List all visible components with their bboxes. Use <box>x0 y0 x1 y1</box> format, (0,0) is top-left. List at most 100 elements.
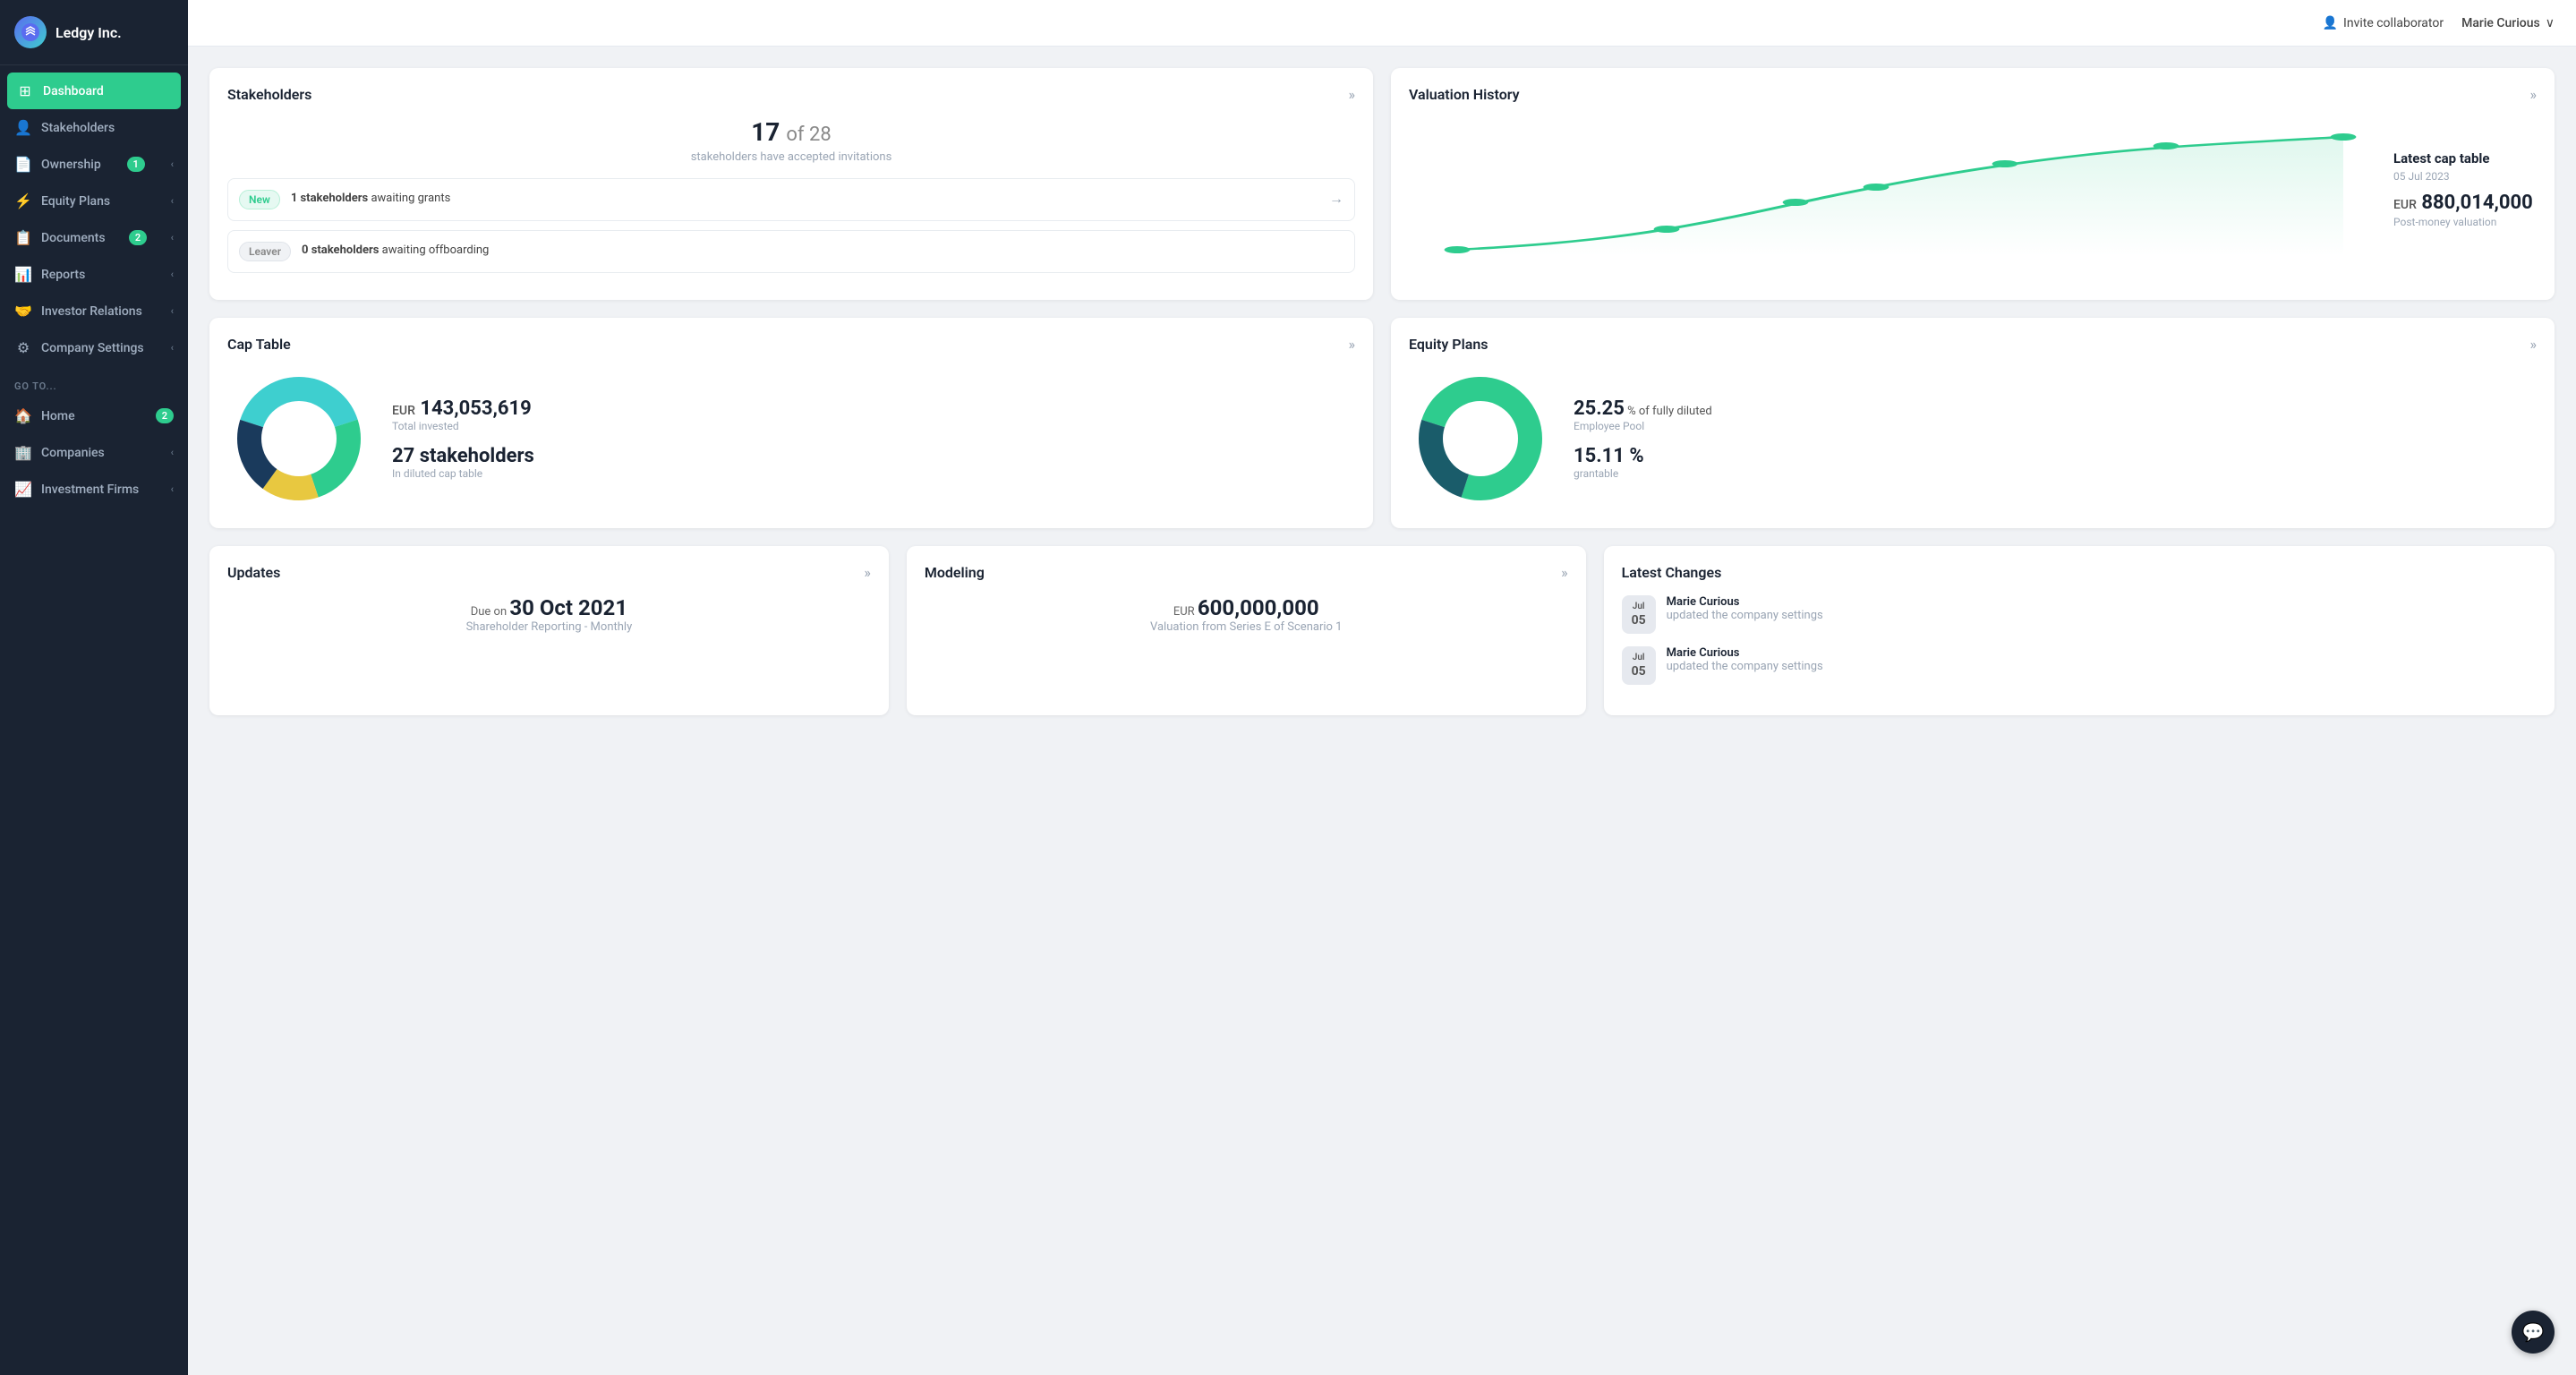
valuation-line-chart <box>1409 117 2376 260</box>
latest-cap-date: 05 Jul 2023 <box>2393 170 2537 183</box>
user-chevron-icon: ∨ <box>2546 16 2555 30</box>
equity-plans-stats: 25.25 % of fully diluted Employee Pool 1… <box>1574 397 1712 480</box>
sidebar-item-label: Stakeholders <box>41 121 115 135</box>
modeling-description: Valuation from Series E of Scenario 1 <box>925 620 1568 634</box>
captable-expand-icon[interactable]: » <box>1349 336 1356 353</box>
change-action-2: updated the company settings <box>1667 660 1823 673</box>
valuation-inner: Latest cap table 05 Jul 2023 EUR 880,014… <box>1409 117 2537 260</box>
stakeholders-expand-icon[interactable]: » <box>1349 86 1356 103</box>
sidebar-item-label: Investor Relations <box>41 304 142 319</box>
change-item-1: Jul 05 Marie Curious updated the company… <box>1622 595 2537 634</box>
equity-plans-card: Equity Plans » 25.25 % of fu <box>1391 318 2555 528</box>
stakeholders-subtitle: stakeholders have accepted invitations <box>227 150 1355 164</box>
valuation-card-title: Valuation History <box>1409 86 1520 103</box>
stakeholders-diluted-label: In diluted cap table <box>392 467 534 480</box>
equity-plans-card-title: Equity Plans <box>1409 336 1488 353</box>
change-day-2: 05 <box>1629 663 1649 679</box>
sidebar-item-ownership[interactable]: 📄 Ownership 1 ‹ <box>0 146 188 183</box>
sidebar-item-reports[interactable]: 📊 Reports ‹ <box>0 256 188 293</box>
updates-expand-icon[interactable]: » <box>864 564 871 581</box>
modeling-card: Modeling » EUR 600,000,000 Valuation fro… <box>907 546 1586 715</box>
sidebar-item-label: Equity Plans <box>41 194 110 209</box>
sidebar-item-companies[interactable]: 🏢 Companies ‹ <box>0 434 188 471</box>
new-stakeholders-arrow[interactable]: → <box>1329 190 1343 208</box>
equity-plans-card-header: Equity Plans » <box>1409 336 2537 353</box>
companies-chevron: ‹ <box>171 447 174 458</box>
sidebar-item-label: Ownership <box>41 158 101 172</box>
user-menu[interactable]: Marie Curious ∨ <box>2461 16 2555 30</box>
change-item-2: Jul 05 Marie Curious updated the company… <box>1622 646 2537 685</box>
investor-relations-chevron: ‹ <box>171 305 174 317</box>
ownership-icon: 📄 <box>14 156 32 173</box>
sidebar-item-equity-plans[interactable]: ⚡ Equity Plans ‹ <box>0 183 188 219</box>
leaver-stakeholders-text: 0 stakeholders awaiting offboarding <box>302 242 489 260</box>
equity-plans-expand-icon[interactable]: » <box>2530 336 2538 353</box>
sidebar-item-label: Companies <box>41 446 105 460</box>
reports-icon: 📊 <box>14 266 32 283</box>
new-stakeholders-row: New 1 stakeholders awaiting grants → <box>227 178 1355 221</box>
modeling-card-title: Modeling <box>925 564 985 581</box>
sidebar-item-home[interactable]: 🏠 Home 2 <box>0 397 188 434</box>
invite-icon: 👤 <box>2323 16 2338 30</box>
modeling-expand-icon[interactable]: » <box>1561 564 1568 581</box>
updates-card-title: Updates <box>227 564 280 581</box>
valuation-expand-icon[interactable]: » <box>2530 86 2538 103</box>
sidebar-item-investment-firms[interactable]: 📈 Investment Firms ‹ <box>0 471 188 508</box>
leaver-badge: Leaver <box>239 242 291 261</box>
captable-stats: EUR 143,053,619 Total invested 27 stakeh… <box>392 397 534 480</box>
change-text-1: Marie Curious updated the company settin… <box>1667 595 1823 622</box>
equity-plans-inner: 25.25 % of fully diluted Employee Pool 1… <box>1409 367 2537 510</box>
updates-description: Shareholder Reporting - Monthly <box>227 620 871 634</box>
sidebar-item-company-settings[interactable]: ⚙ Company Settings ‹ <box>0 329 188 366</box>
sidebar-item-label: Documents <box>41 231 106 245</box>
ownership-chevron: ‹ <box>171 158 174 170</box>
sidebar-item-investor-relations[interactable]: 🤝 Investor Relations ‹ <box>0 293 188 329</box>
latest-changes-card-header: Latest Changes <box>1622 564 2537 581</box>
modeling-card-header: Modeling » <box>925 564 1568 581</box>
latest-changes-card: Latest Changes Jul 05 Marie Curious upda… <box>1604 546 2555 715</box>
equity-plans-donut-chart <box>1409 367 1552 510</box>
sidebar-item-label: Dashboard <box>43 84 104 98</box>
invite-collaborator-button[interactable]: 👤 Invite collaborator <box>2323 16 2444 30</box>
sidebar-item-label: Home <box>41 409 75 423</box>
latest-cap-sub: Post-money valuation <box>2393 216 2537 228</box>
app-logo: Ledgy Inc. <box>0 0 188 65</box>
equity-plans-chevron: ‹ <box>171 195 174 207</box>
valuation-info: Latest cap table 05 Jul 2023 EUR 880,014… <box>2393 150 2537 228</box>
new-stakeholders-text: 1 stakeholders awaiting grants <box>291 190 451 208</box>
dashboard-content: Stakeholders » 17 of 28 stakeholders hav… <box>188 47 2576 1375</box>
equity-plans-donut-svg <box>1409 367 1552 510</box>
captable-card-title: Cap Table <box>227 336 291 353</box>
new-badge: New <box>239 190 280 209</box>
topbar: 👤 Invite collaborator Marie Curious ∨ <box>188 0 2576 47</box>
equity-plans-icon: ⚡ <box>14 192 32 209</box>
documents-icon: 📋 <box>14 229 32 246</box>
captable-inner: EUR 143,053,619 Total invested 27 stakeh… <box>227 367 1355 510</box>
bottom-cards-row: Updates » Due on 30 Oct 2021 Shareholder… <box>209 546 2555 715</box>
documents-badge: 2 <box>129 230 147 245</box>
sidebar-item-dashboard[interactable]: ⊞ Dashboard <box>7 73 181 109</box>
logo-icon <box>14 16 47 48</box>
stakeholders-diluted-count: 27 stakeholders <box>392 445 534 467</box>
home-badge: 2 <box>156 408 174 423</box>
company-settings-chevron: ‹ <box>171 342 174 354</box>
valuation-card-header: Valuation History » <box>1409 86 2537 103</box>
latest-changes-card-title: Latest Changes <box>1622 564 1722 581</box>
app-name: Ledgy Inc. <box>55 24 122 41</box>
captable-donut-svg <box>227 367 371 510</box>
documents-chevron: ‹ <box>171 232 174 243</box>
change-month-2: Jul <box>1629 652 1649 663</box>
valuation-chart <box>1409 117 2376 260</box>
change-day-1: 05 <box>1629 612 1649 628</box>
user-label: Marie Curious <box>2461 16 2540 30</box>
sidebar-item-documents[interactable]: 📋 Documents 2 ‹ <box>0 219 188 256</box>
sidebar-item-stakeholders[interactable]: 👤 Stakeholders <box>0 109 188 146</box>
change-action-1: updated the company settings <box>1667 609 1823 622</box>
change-month-1: Jul <box>1629 601 1649 612</box>
modeling-value: EUR 600,000,000 <box>925 595 1568 620</box>
chat-button[interactable]: 💬 <box>2512 1311 2555 1354</box>
change-text-2: Marie Curious updated the company settin… <box>1667 646 1823 673</box>
change-date-badge-2: Jul 05 <box>1622 646 1656 685</box>
sidebar: Ledgy Inc. ⊞ Dashboard 👤 Stakeholders 📄 … <box>0 0 188 1375</box>
total-invested-label: Total invested <box>392 420 534 432</box>
